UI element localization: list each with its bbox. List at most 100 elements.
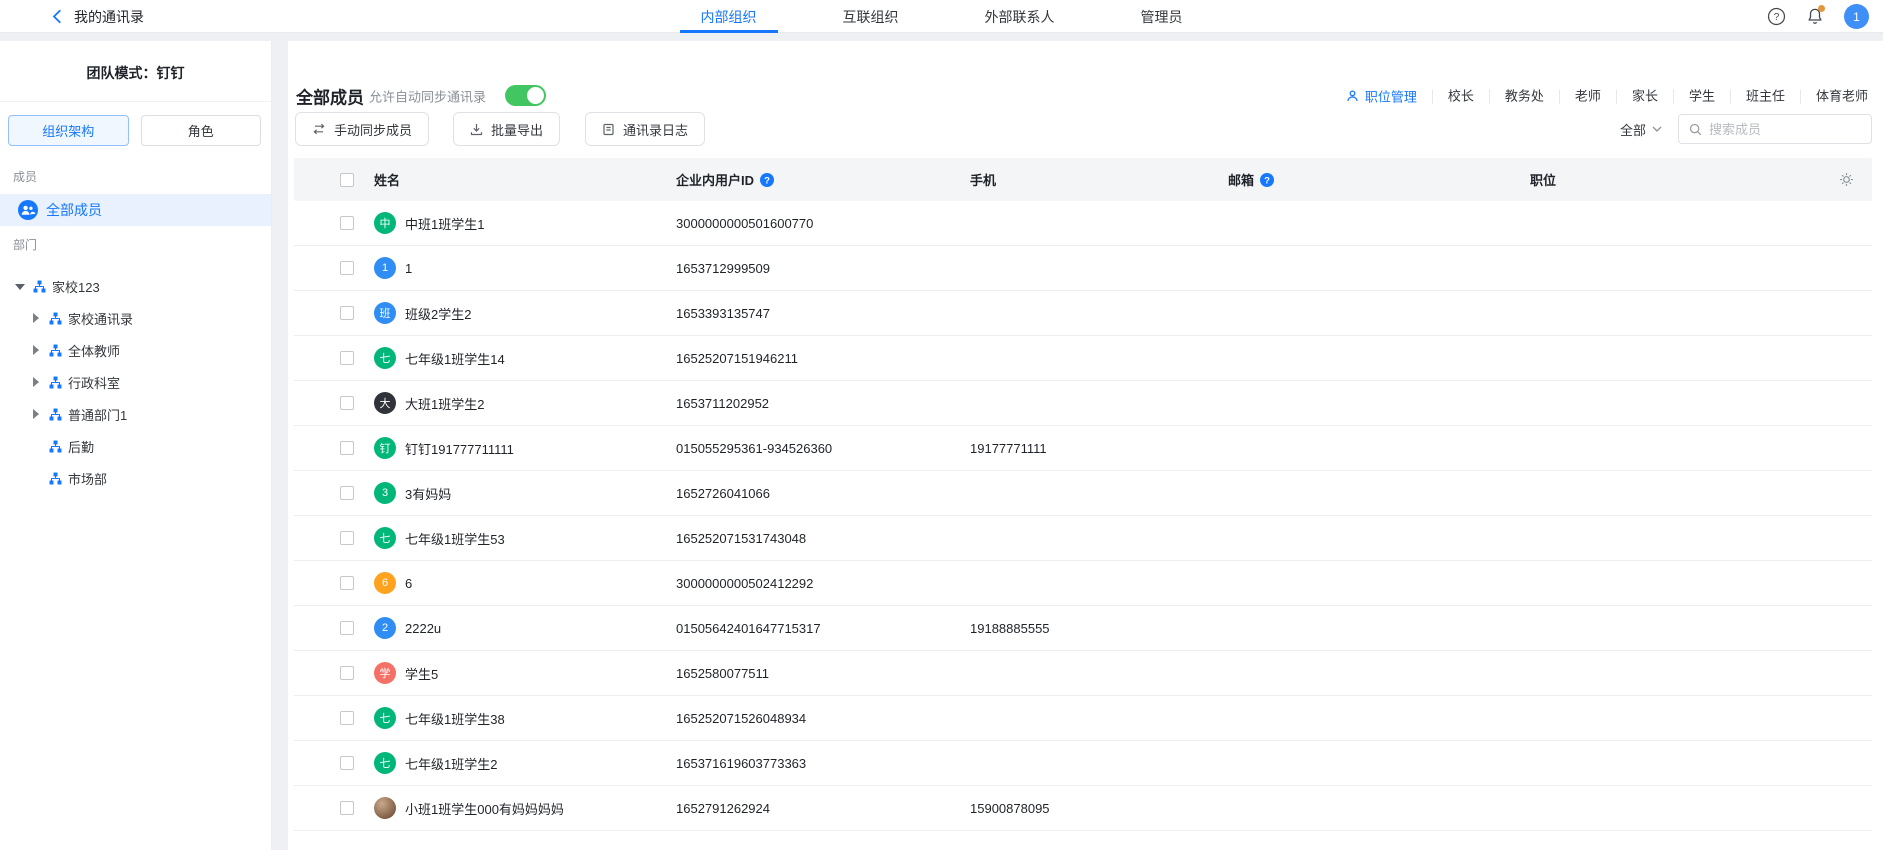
position-tag[interactable]: 家长: [1616, 89, 1673, 103]
top-bar: 我的通讯录 内部组织 互联组织 外部联系人 管理员 ? 1: [0, 0, 1883, 33]
member-avatar: 中: [374, 212, 396, 234]
department-tree-item[interactable]: 全体教师: [0, 334, 271, 366]
position-tag-label: 班主任: [1746, 88, 1785, 103]
help-icon[interactable]: ?: [1767, 7, 1786, 26]
row-checkbox[interactable]: [340, 576, 354, 590]
member-avatar: 班: [374, 302, 396, 324]
member-name: 七年级1班学生14: [405, 349, 505, 368]
member-user-id: 3000000000502412292: [676, 561, 813, 605]
department-icon: [49, 472, 62, 485]
column-phone: 手机: [970, 158, 996, 201]
department-tree-item[interactable]: 市场部: [0, 462, 271, 494]
tree-expand-arrow-icon[interactable]: [15, 281, 25, 291]
tree-expand-arrow-icon[interactable]: [31, 313, 41, 323]
department-icon: [49, 376, 62, 389]
top-tab[interactable]: 内部组织: [699, 0, 759, 33]
department-tree-item[interactable]: 后勤: [0, 430, 271, 462]
member-name: 2222u: [405, 621, 441, 636]
department-tree-item[interactable]: 家校123: [0, 270, 271, 302]
column-name: 姓名: [374, 158, 400, 201]
user-id-help-icon[interactable]: ?: [760, 173, 774, 187]
tree-expand-arrow-icon[interactable]: [31, 377, 41, 387]
position-tag[interactable]: 班主任: [1730, 89, 1800, 103]
top-tab[interactable]: 互联组织: [841, 0, 901, 33]
auto-sync-toggle[interactable]: [505, 85, 546, 106]
row-checkbox[interactable]: [340, 351, 354, 365]
table-row[interactable]: 七 七年级1班学生53 165252071531743048: [294, 516, 1872, 561]
row-checkbox[interactable]: [340, 756, 354, 770]
email-help-icon[interactable]: ?: [1260, 173, 1274, 187]
tree-expand-arrow-icon[interactable]: [31, 473, 41, 483]
member-user-id: 1653711202952: [676, 381, 769, 425]
table-row[interactable]: 七 七年级1班学生14 16525207151946211: [294, 336, 1872, 381]
table-row[interactable]: 钉 钉钉191777711111 015055295361-934526360 …: [294, 426, 1872, 471]
position-tag[interactable]: 教务处: [1489, 89, 1559, 103]
row-checkbox[interactable]: [340, 486, 354, 500]
row-checkbox[interactable]: [340, 441, 354, 455]
filter-dropdown[interactable]: 全部: [1620, 112, 1662, 146]
manual-sync-button[interactable]: 手动同步成员: [295, 112, 429, 146]
notification-badge: [1818, 5, 1825, 12]
department-label: 家校123: [52, 277, 100, 296]
row-checkbox[interactable]: [340, 666, 354, 680]
roles-button[interactable]: 角色: [141, 115, 262, 146]
row-checkbox[interactable]: [340, 261, 354, 275]
contact-log-label: 通讯录日志: [623, 120, 688, 139]
user-avatar[interactable]: 1: [1844, 4, 1869, 29]
top-tab[interactable]: 管理员: [1139, 0, 1185, 33]
table-row[interactable]: 七 七年级1班学生2 165371619603773363: [294, 741, 1872, 786]
table-row[interactable]: 1 1 1653712999509: [294, 246, 1872, 291]
member-user-id: 3000000000501600770: [676, 201, 813, 245]
member-user-id: 01505642401647715317: [676, 606, 821, 650]
table-row[interactable]: 小班1班学生000有妈妈妈妈 1652791262924 15900878095: [294, 786, 1872, 831]
member-avatar: 钉: [374, 437, 396, 459]
row-checkbox[interactable]: [340, 306, 354, 320]
position-tag[interactable]: 老师: [1559, 89, 1616, 103]
org-structure-button[interactable]: 组织架构: [8, 115, 129, 146]
position-tag[interactable]: 体育老师: [1800, 89, 1883, 103]
member-avatar: 七: [374, 752, 396, 774]
batch-export-button[interactable]: 批量导出: [453, 112, 560, 146]
table-row[interactable]: 中 中班1班学生1 3000000000501600770: [294, 201, 1872, 246]
table-row[interactable]: 学 学生5 1652580077511: [294, 651, 1872, 696]
row-checkbox[interactable]: [340, 531, 354, 545]
table-row[interactable]: 6 6 3000000000502412292: [294, 561, 1872, 606]
row-checkbox[interactable]: [340, 396, 354, 410]
member-user-id: 165252071531743048: [676, 516, 806, 560]
manual-sync-label: 手动同步成员: [334, 120, 412, 139]
department-tree-item[interactable]: 行政科室: [0, 366, 271, 398]
tree-expand-arrow-icon[interactable]: [31, 345, 41, 355]
column-user-id: 企业内用户ID ?: [676, 158, 774, 201]
position-tag[interactable]: 学生: [1673, 89, 1730, 103]
notification-bell-icon[interactable]: [1806, 7, 1824, 26]
topbar-actions: ? 1: [1767, 0, 1869, 33]
sidebar-item-all-members[interactable]: 全部成员: [0, 194, 271, 226]
department-tree-item[interactable]: 普通部门1: [0, 398, 271, 430]
team-mode-title: 团队模式：钉钉: [0, 41, 271, 101]
table-row[interactable]: 3 3有妈妈 1652726041066: [294, 471, 1872, 516]
member-name: 班级2学生2: [405, 304, 471, 323]
row-checkbox[interactable]: [340, 711, 354, 725]
position-tag[interactable]: 校长: [1432, 89, 1489, 103]
member-avatar: [374, 797, 396, 819]
tree-expand-arrow-icon[interactable]: [31, 409, 41, 419]
tree-expand-arrow-icon[interactable]: [31, 441, 41, 451]
top-tab[interactable]: 外部联系人: [983, 0, 1057, 33]
department-label: 全体教师: [68, 341, 120, 360]
position-manage-link[interactable]: 职位管理: [1346, 87, 1432, 106]
member-name: 6: [405, 576, 412, 591]
table-row[interactable]: 大 大班1班学生2 1653711202952: [294, 381, 1872, 426]
select-all-checkbox[interactable]: [340, 173, 354, 187]
back-button[interactable]: 我的通讯录: [52, 0, 144, 33]
search-input[interactable]: [1709, 122, 1859, 137]
row-checkbox[interactable]: [340, 801, 354, 815]
row-checkbox[interactable]: [340, 621, 354, 635]
member-name: 中班1班学生1: [405, 214, 484, 233]
table-row[interactable]: 2 2222u 01505642401647715317 19188885555: [294, 606, 1872, 651]
table-row[interactable]: 班 班级2学生2 1653393135747: [294, 291, 1872, 336]
table-row[interactable]: 七 七年级1班学生38 165252071526048934: [294, 696, 1872, 741]
department-tree-item[interactable]: 家校通讯录: [0, 302, 271, 334]
row-checkbox[interactable]: [340, 216, 354, 230]
column-settings-gear-icon[interactable]: [1839, 158, 1854, 201]
contact-log-button[interactable]: 通讯录日志: [585, 112, 705, 146]
